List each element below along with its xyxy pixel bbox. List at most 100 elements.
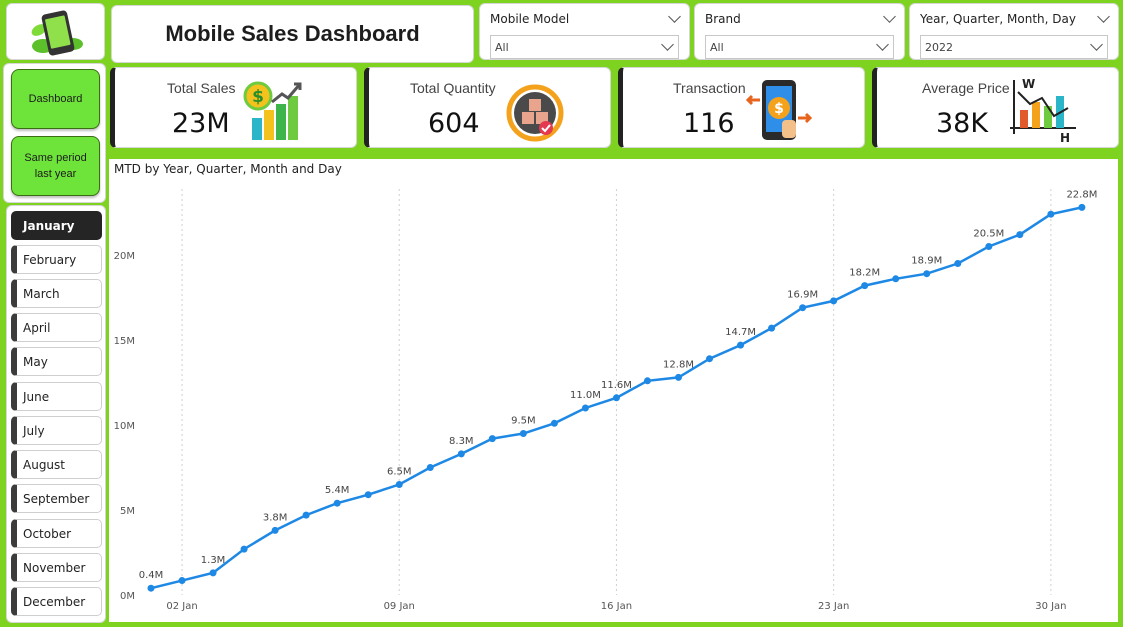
data-point: [799, 304, 807, 312]
money-growth-icon: $: [243, 81, 302, 140]
kpi-label: Average Price: [922, 80, 1010, 96]
date-slicer[interactable]: Year, Quarter, Month, Day 2022: [909, 3, 1119, 60]
svg-text:$: $: [774, 101, 784, 117]
data-label: 22.8M: [1066, 189, 1097, 200]
data-point: [675, 373, 683, 381]
mtd-line-chart-card: MTD by Year, Quarter, Month and Day 02 J…: [109, 159, 1118, 622]
chart-analysis-icon: W H: [1010, 77, 1076, 144]
kpi-label: Total Quantity: [410, 80, 496, 96]
kpi-average-price: Average Price 38K W H: [872, 67, 1119, 148]
y-tick-label: 0M: [120, 591, 135, 602]
chevron-down-icon[interactable]: [668, 10, 681, 23]
data-point: [488, 435, 496, 443]
svg-text:H: H: [1060, 131, 1070, 144]
data-label: 20.5M: [973, 229, 1004, 240]
mobile-model-dropdown[interactable]: All: [490, 35, 679, 59]
same-period-last-year-button[interactable]: Same period last year: [11, 136, 100, 196]
kpi-value: 38K: [936, 108, 989, 139]
month-item-february[interactable]: February: [11, 245, 102, 274]
data-point: [240, 545, 248, 553]
month-item-december[interactable]: December: [11, 587, 102, 616]
x-tick-label: 23 Jan: [818, 601, 849, 612]
svg-text:W: W: [1022, 77, 1035, 91]
data-point: [1047, 210, 1055, 218]
kpi-label: Transaction: [673, 80, 746, 96]
x-tick-label: 09 Jan: [384, 601, 415, 612]
data-point: [923, 270, 931, 278]
month-item-july[interactable]: July: [11, 416, 102, 445]
phone-payment-icon: $: [746, 80, 812, 140]
data-point: [861, 282, 869, 290]
data-point: [643, 377, 651, 385]
date-dropdown[interactable]: 2022: [920, 35, 1108, 59]
mobile-model-value: All: [495, 40, 509, 54]
month-item-june[interactable]: June: [11, 382, 102, 411]
data-point: [302, 511, 310, 519]
data-label: 14.7M: [725, 327, 756, 338]
kpi-label: Total Sales: [167, 80, 236, 96]
month-item-august[interactable]: August: [11, 450, 102, 479]
data-label: 3.8M: [263, 512, 288, 523]
month-item-january[interactable]: January: [11, 211, 102, 240]
data-point: [581, 404, 589, 412]
data-label: 11.0M: [570, 390, 601, 401]
data-point: [364, 491, 372, 499]
data-point: [954, 260, 962, 267]
y-tick-label: 5M: [120, 506, 135, 517]
kpi-transaction: Transaction 116 $: [618, 67, 865, 148]
date-value: 2022: [925, 40, 953, 54]
mobile-model-slicer[interactable]: Mobile Model All: [479, 3, 690, 60]
data-point: [892, 275, 900, 283]
brand-value: All: [710, 40, 724, 54]
page-nav-panel: Dashboard Same period last year: [3, 63, 106, 203]
data-label: 18.2M: [849, 268, 880, 279]
date-label: Year, Quarter, Month, Day: [920, 12, 1076, 26]
kpi-value: 604: [428, 108, 480, 139]
x-tick-label: 16 Jan: [601, 601, 632, 612]
chevron-down-icon[interactable]: [1097, 10, 1110, 23]
kpi-total-quantity: Total Quantity 604: [364, 67, 611, 148]
data-point: [426, 464, 434, 471]
brand-slicer[interactable]: Brand All: [694, 3, 905, 60]
boxes-icon: [506, 84, 564, 142]
dashboard-button[interactable]: Dashboard: [11, 69, 100, 129]
data-label: 5.4M: [325, 485, 350, 496]
data-label: 6.5M: [387, 467, 412, 478]
dashboard-title-card: Mobile Sales Dashboard: [111, 5, 474, 63]
data-point: [706, 355, 714, 363]
data-point: [830, 297, 838, 305]
month-item-april[interactable]: April: [11, 313, 102, 342]
chevron-down-icon[interactable]: [1090, 38, 1103, 51]
data-point: [1016, 231, 1024, 239]
month-item-march[interactable]: March: [11, 279, 102, 308]
data-point: [178, 577, 186, 585]
brand-dropdown[interactable]: All: [705, 35, 894, 59]
data-label: 0.4M: [139, 570, 164, 581]
data-point: [737, 341, 745, 349]
mtd-line-chart: 02 Jan 09 Jan 16 Jan 23 Jan 30 Jan 0M 5M 10M 15M…: [114, 189, 1097, 612]
data-point: [209, 569, 217, 577]
data-point: [147, 584, 155, 592]
page-title: Mobile Sales Dashboard: [165, 21, 420, 46]
data-label: 16.9M: [787, 290, 818, 301]
data-point: [985, 243, 993, 250]
mobile-model-label: Mobile Model: [490, 12, 570, 26]
data-point: [271, 526, 279, 534]
chevron-down-icon[interactable]: [661, 38, 674, 51]
chevron-down-icon[interactable]: [883, 10, 896, 23]
x-tick-label: 30 Jan: [1035, 601, 1066, 612]
kpi-total-sales: Total Sales 23M $: [110, 67, 357, 148]
month-item-may[interactable]: May: [11, 347, 102, 376]
y-tick-label: 10M: [114, 421, 135, 432]
data-point: [457, 450, 465, 458]
month-item-september[interactable]: September: [11, 484, 102, 513]
kpi-value: 23M: [172, 108, 230, 139]
mobile-logo-icon: [31, 10, 83, 56]
month-item-november[interactable]: November: [11, 553, 102, 582]
data-label: 18.9M: [911, 256, 942, 267]
data-point: [550, 419, 558, 427]
month-item-october[interactable]: October: [11, 519, 102, 548]
svg-text:$: $: [252, 87, 264, 107]
month-slicer: January February March April May June Ju…: [6, 205, 106, 623]
chevron-down-icon[interactable]: [876, 38, 889, 51]
